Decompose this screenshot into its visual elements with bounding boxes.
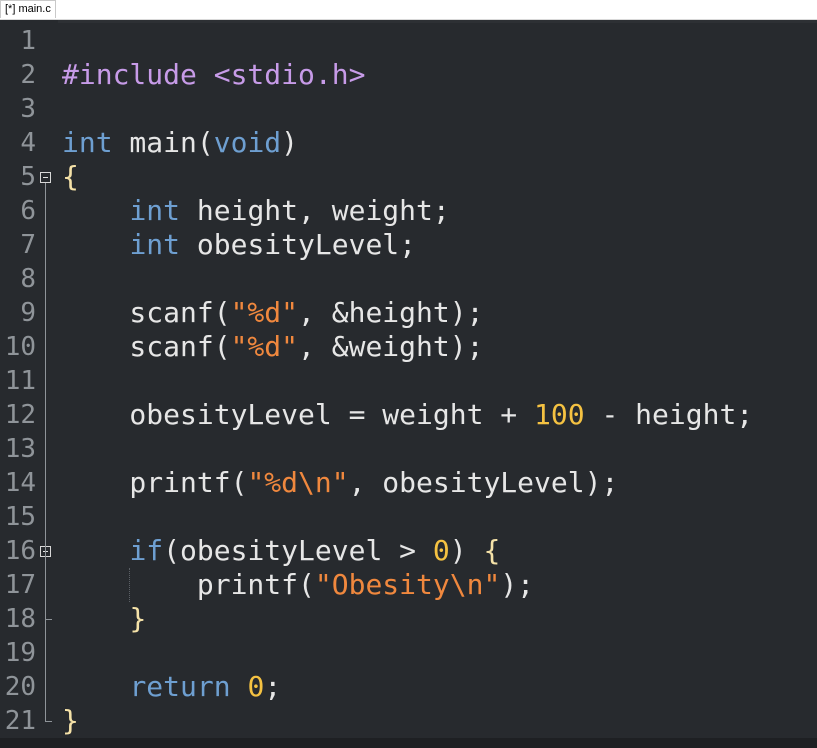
code-line[interactable]: if(obesityLevel > 0) {	[62, 534, 500, 568]
code-line[interactable]: int main(void)	[62, 126, 298, 160]
code-token: - height;	[584, 398, 754, 431]
code-line[interactable]: scanf("%d", &weight);	[62, 330, 483, 364]
horizontal-scrollbar[interactable]	[0, 738, 817, 748]
code-line[interactable]: int obesityLevel;	[62, 228, 416, 262]
line-number: 8	[20, 264, 36, 294]
tab-bar: [*] main.c	[0, 0, 817, 20]
code-token: 0	[247, 670, 265, 703]
code-token: return	[129, 670, 231, 703]
code-token: "Obesity\n"	[314, 568, 501, 601]
line-number-gutter: 1 2 3 4 5 6 7 8 9 10 11 12 13 14 15 16 17 18 19 20 21	[0, 20, 58, 748]
code-token: obesityLevel = weight +	[62, 398, 535, 431]
code-token: )	[281, 126, 299, 159]
code-line[interactable]: printf("Obesity\n");	[62, 568, 534, 602]
code-token: 0	[432, 534, 450, 567]
code-token: height, weight;	[180, 194, 450, 227]
line-number: 2	[20, 60, 36, 90]
line-number: 10	[4, 332, 36, 362]
line-number: 4	[20, 128, 36, 158]
fold-end-marker	[45, 721, 52, 722]
code-line[interactable]: #include <stdio.h>	[62, 58, 365, 92]
code-token: , &weight);	[298, 330, 484, 363]
line-number: 1	[20, 26, 36, 56]
line-number: 15	[4, 502, 36, 532]
code-token: scanf(	[62, 330, 231, 363]
code-token: , &height);	[298, 296, 484, 329]
code-line[interactable]: }	[62, 704, 79, 738]
code-line[interactable]: }	[62, 602, 146, 636]
fold-line	[45, 557, 46, 619]
code-token: printf(	[62, 466, 248, 499]
code-line[interactable]: return 0;	[62, 670, 281, 704]
line-number: 3	[20, 94, 36, 124]
code-token: int	[129, 228, 181, 261]
editor-top-border	[0, 20, 817, 23]
code-token: }	[129, 602, 147, 635]
code-token: "%d"	[230, 330, 299, 363]
code-token: <stdio.h>	[213, 58, 366, 91]
code-line[interactable]: int height, weight;	[62, 194, 450, 228]
fold-toggle-icon[interactable]	[40, 172, 51, 183]
tab-main-c[interactable]: [*] main.c	[0, 0, 56, 18]
fold-line	[45, 183, 46, 721]
code-token: "%d"	[230, 296, 299, 329]
line-number: 13	[4, 434, 36, 464]
code-token: main	[112, 126, 197, 159]
code-line[interactable]: {	[62, 160, 79, 194]
line-number: 14	[4, 468, 36, 498]
code-token: );	[500, 568, 535, 601]
code-line[interactable]: obesityLevel = weight + 100 - height;	[62, 398, 753, 432]
code-token: 100	[534, 398, 585, 431]
line-number: 17	[4, 570, 36, 600]
line-number: 12	[4, 400, 36, 430]
line-number: 7	[20, 230, 36, 260]
line-number: 18	[4, 604, 36, 634]
line-number: 19	[4, 638, 36, 668]
code-token: if	[129, 534, 164, 567]
code-token: , obesityLevel);	[348, 466, 619, 499]
code-editor[interactable]: 1 2 3 4 5 6 7 8 9 10 11 12 13 14 15 16 17 18 19 20 21 #inclu…	[0, 20, 817, 748]
line-number: 21	[4, 706, 36, 736]
fold-end-marker	[45, 619, 52, 620]
code-token: (obesityLevel >	[163, 534, 433, 567]
code-token: obesityLevel;	[180, 228, 417, 261]
code-token: )	[449, 534, 484, 567]
code-token: void	[213, 126, 282, 159]
line-number: 6	[20, 196, 36, 226]
code-token: }	[62, 704, 79, 737]
code-token: "%d\n"	[247, 466, 349, 499]
code-token: #include	[62, 58, 214, 91]
line-number: 20	[4, 672, 36, 702]
code-token: ;	[264, 670, 282, 703]
line-number: 9	[20, 298, 36, 328]
line-number: 11	[4, 366, 36, 396]
code-line[interactable]: scanf("%d", &height);	[62, 296, 483, 330]
code-token: {	[483, 534, 501, 567]
code-line[interactable]: printf("%d\n", obesityLevel);	[62, 466, 618, 500]
code-token: int	[62, 126, 113, 159]
line-number: 5	[20, 162, 36, 192]
code-token: {	[62, 160, 79, 193]
code-token: int	[129, 194, 181, 227]
line-number: 16	[4, 536, 36, 566]
code-token: printf(	[62, 568, 315, 601]
code-token: scanf(	[62, 296, 231, 329]
code-token: (	[196, 126, 214, 159]
